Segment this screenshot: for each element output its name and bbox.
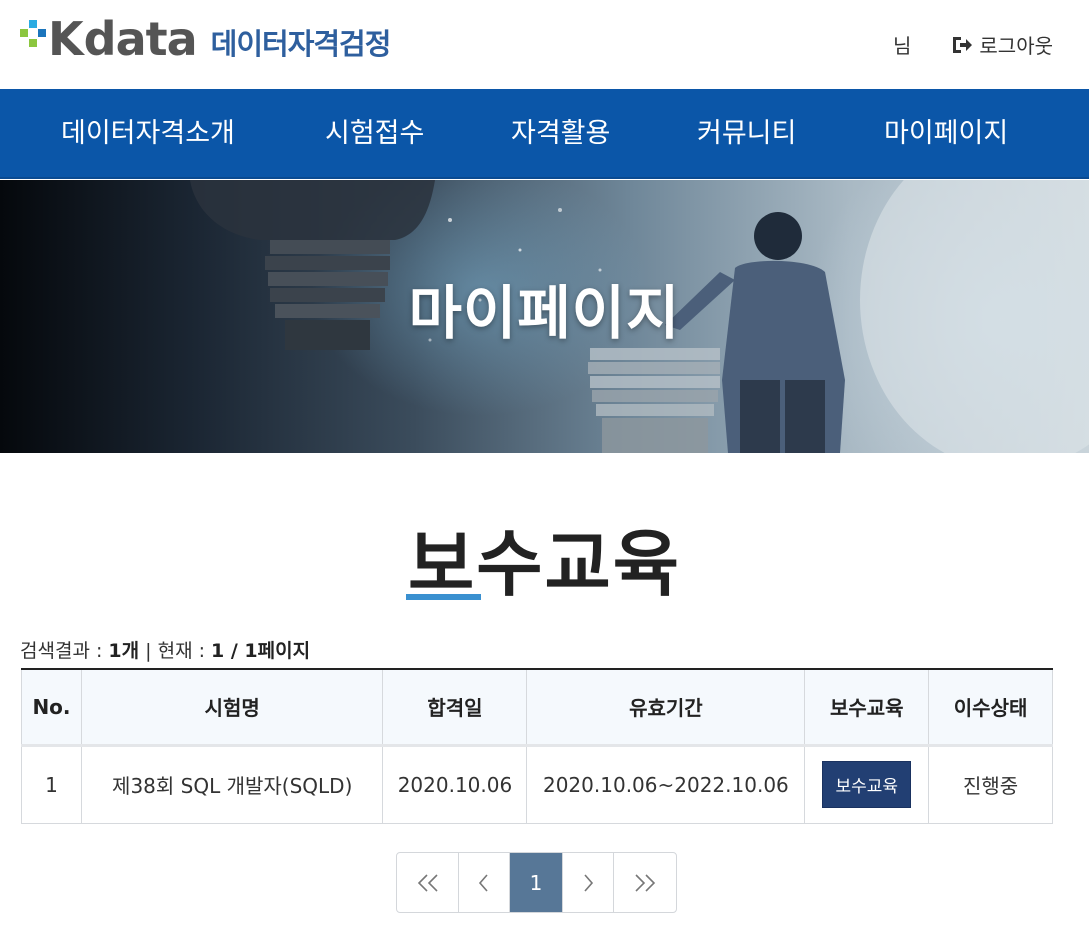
first-page-button[interactable] [397, 853, 459, 912]
column-header-completion-status: 이수상태 [928, 668, 1053, 746]
table-row: 1 제38회 SQL 개발자(SQLD) 2020.10.06 2020.10.… [21, 743, 1053, 824]
nav-item-cert-usage[interactable]: 자격활용 [511, 89, 610, 179]
kdata-logo[interactable]: K data 데이터자격검정 [20, 12, 392, 66]
chevron-left-icon [478, 873, 488, 892]
banner-title: 마이페이지 [408, 279, 681, 347]
cell-no: 1 [21, 743, 82, 824]
logo-subtitle: 데이터자격검정 [210, 27, 392, 61]
table-header-row: No. 시험명 합격일 유효기간 보수교육 이수상태 [21, 668, 1053, 746]
column-header-pass-date: 합격일 [382, 668, 528, 746]
column-header-no: No. [21, 668, 82, 746]
chevron-right-icon [584, 873, 594, 892]
cell-valid-period: 2020.10.06~2022.10.06 [526, 743, 806, 824]
nav-item-mypage[interactable]: 마이페이지 [884, 89, 1008, 179]
result-page: 1 / 1페이지 [211, 640, 311, 662]
logo-wordmark: data [83, 12, 198, 66]
cell-pass-date: 2020.10.06 [382, 743, 528, 824]
refresher-education-table: No. 시험명 합격일 유효기간 보수교육 이수상태 1 제38회 SQL 개발… [21, 668, 1053, 824]
cell-exam-name: 제38회 SQL 개발자(SQLD) [80, 743, 384, 824]
page-title: 보수교육 [408, 522, 681, 606]
result-count: 1개 [108, 640, 140, 662]
title-underline [406, 594, 481, 600]
logout-label: 로그아웃 [979, 34, 1053, 58]
user-name-label: 님 [892, 34, 912, 58]
column-header-valid-period: 유효기간 [526, 668, 806, 746]
next-page-button[interactable] [563, 853, 614, 912]
user-area: 님 로그아웃 [893, 30, 1053, 59]
pagination: 1 [396, 852, 677, 913]
nav-item-community[interactable]: 커뮤니티 [697, 89, 796, 179]
last-page-button[interactable] [614, 853, 676, 912]
search-result-summary: 검색결과 : 1개 | 현재 : 1 / 1페이지 [20, 636, 310, 663]
result-separator: | 현재 : [139, 640, 212, 662]
logo-letter: K [48, 12, 84, 66]
page-banner: 마이페이지 [0, 180, 1089, 453]
sign-out-icon [953, 36, 973, 53]
nav-item-data-cert-intro[interactable]: 데이터자격소개 [61, 89, 235, 179]
refresher-education-button[interactable]: 보수교육 [822, 761, 912, 808]
site-header: K data 데이터자격검정 님 로그아웃 [0, 0, 1089, 89]
column-header-refresher-education: 보수교육 [804, 668, 930, 746]
double-chevron-left-icon [417, 873, 438, 892]
double-chevron-right-icon [635, 873, 656, 892]
main-nav: 데이터자격소개 시험접수 자격활용 커뮤니티 마이페이지 [0, 89, 1089, 179]
cell-completion-status: 진행중 [928, 743, 1053, 824]
column-header-exam-name: 시험명 [80, 668, 384, 746]
prev-page-button[interactable] [459, 853, 510, 912]
cell-refresher-education: 보수교육 [804, 743, 930, 824]
logout-button[interactable]: 로그아웃 [951, 30, 1053, 59]
result-label: 검색결과 : [20, 640, 109, 662]
nav-item-exam-registration[interactable]: 시험접수 [325, 89, 424, 179]
page-number-current[interactable]: 1 [510, 853, 563, 912]
logo-mark-icon [20, 17, 46, 61]
